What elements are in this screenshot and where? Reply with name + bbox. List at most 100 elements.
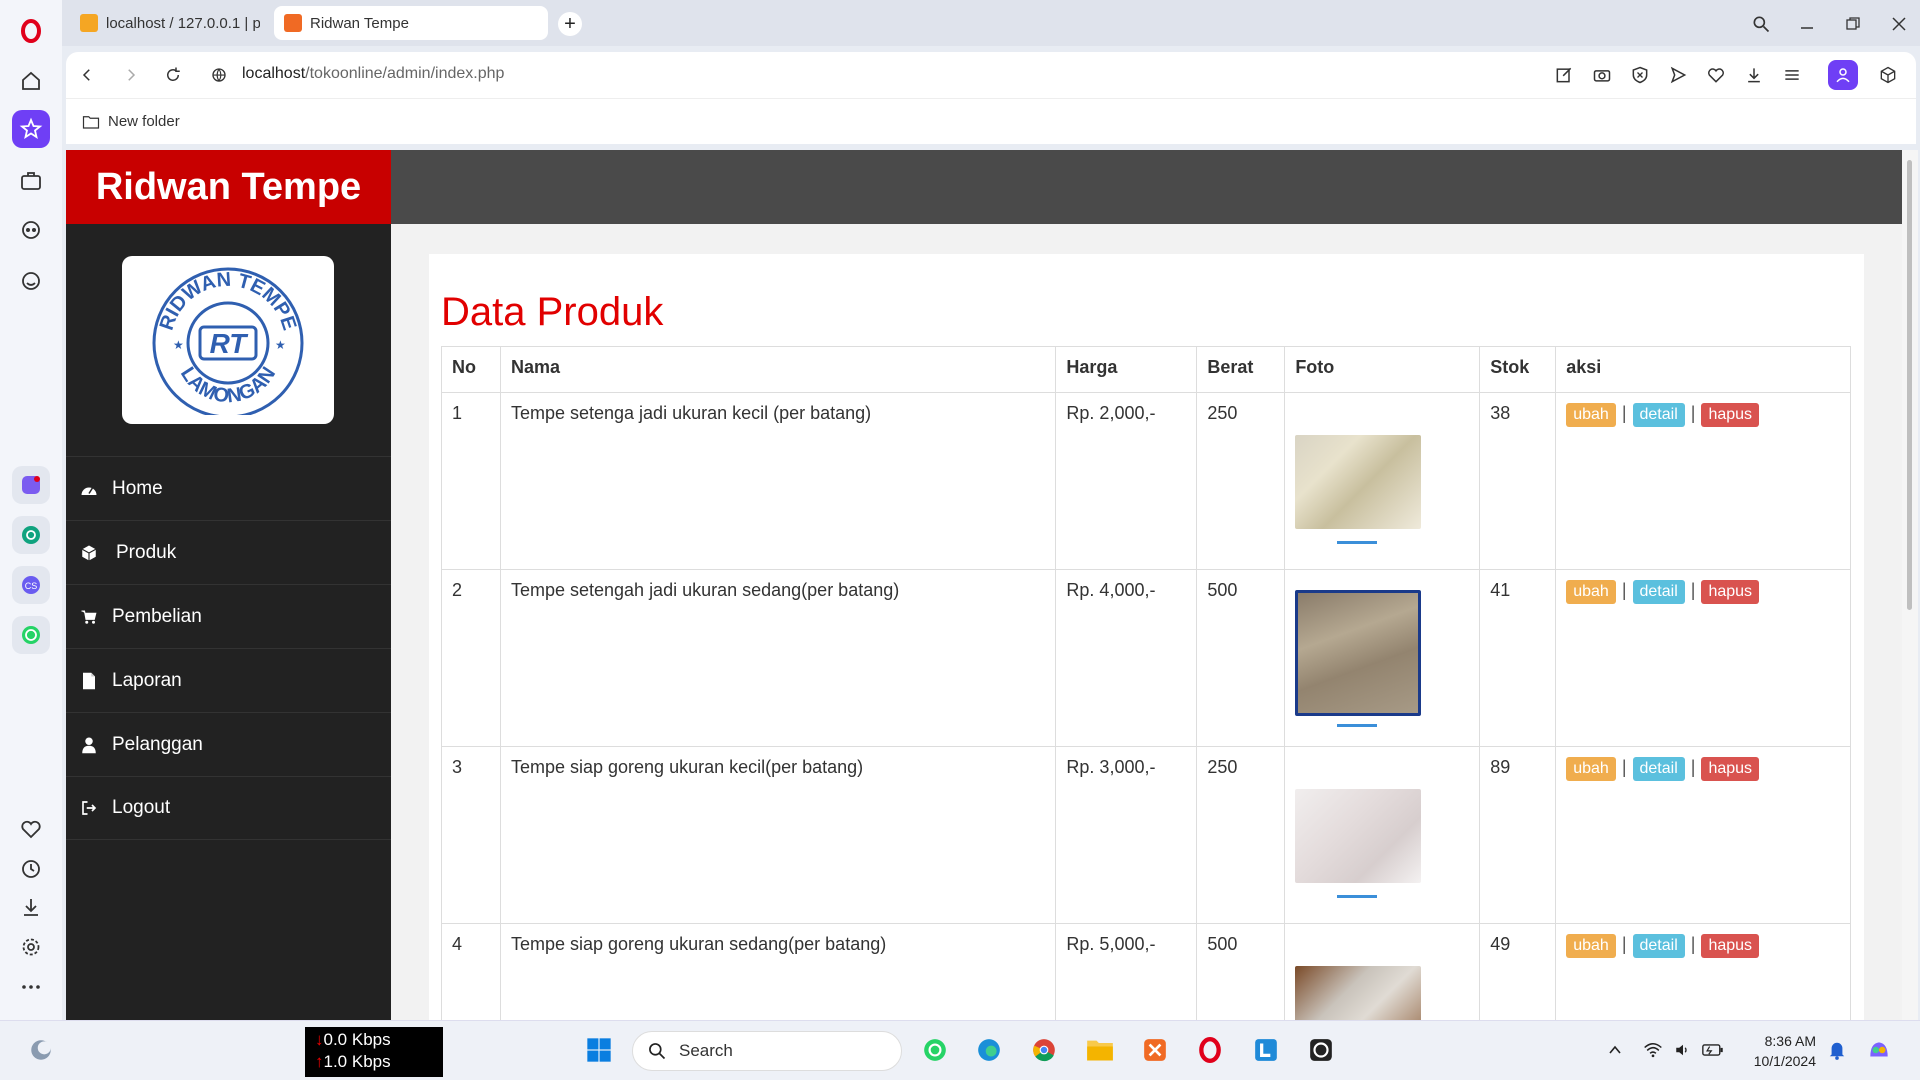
taskbar-search[interactable]: Search — [632, 1031, 902, 1071]
scrollbar-thumb[interactable] — [1907, 160, 1912, 610]
edit-button[interactable]: ubah — [1566, 580, 1616, 604]
sidebar-item-produk[interactable]: Produk — [66, 520, 391, 584]
forward-icon[interactable] — [118, 62, 144, 88]
new-tab-plus-icon[interactable]: + — [558, 12, 582, 36]
github-icon[interactable] — [1304, 1033, 1338, 1067]
svg-text:★: ★ — [275, 338, 286, 352]
smiley-icon[interactable] — [12, 262, 50, 300]
opera-taskbar-icon[interactable] — [1193, 1033, 1227, 1067]
delete-button[interactable]: hapus — [1701, 580, 1760, 604]
copilot-icon[interactable] — [1862, 1033, 1896, 1067]
delete-button[interactable]: hapus — [1701, 757, 1760, 781]
favorite-heart-icon[interactable] — [1704, 63, 1728, 87]
chevron-up-icon[interactable] — [1598, 1033, 1632, 1067]
net-down-value: 0.0 Kbps — [323, 1030, 391, 1049]
cell-stok: 38 — [1479, 392, 1557, 570]
tab-phpmyadmin[interactable]: localhost / 127.0.0.1 | phpM — [70, 6, 270, 40]
system-clock[interactable]: 8:36 AM 10/1/2024 — [1740, 1031, 1816, 1071]
history-icon[interactable] — [12, 850, 50, 888]
site-info-globe-icon[interactable] — [206, 62, 232, 88]
back-icon[interactable] — [74, 62, 100, 88]
file-explorer-icon[interactable] — [1083, 1033, 1117, 1067]
cell-harga: Rp. 4,000,- — [1055, 569, 1198, 747]
easy-setup-icon[interactable] — [1780, 63, 1804, 87]
cell-berat: 500 — [1196, 923, 1286, 1020]
more-icon[interactable] — [12, 968, 50, 1006]
sidebar-item-pembelian[interactable]: Pembelian — [66, 584, 391, 648]
cart-icon — [80, 608, 98, 626]
cell-no: 3 — [441, 746, 501, 924]
xampp-icon[interactable] — [1138, 1033, 1172, 1067]
table-row: 1 Tempe setenga jadi ukuran kecil (per b… — [441, 392, 1851, 570]
heart-icon[interactable] — [12, 810, 50, 848]
send-icon[interactable] — [1666, 63, 1690, 87]
minimize-icon[interactable] — [1792, 10, 1822, 38]
edit-button[interactable]: ubah — [1566, 757, 1616, 781]
briefcase-icon[interactable] — [12, 162, 50, 200]
chrome-icon[interactable] — [1027, 1033, 1061, 1067]
camera-icon[interactable] — [1590, 63, 1614, 87]
battery-icon[interactable] — [1696, 1033, 1730, 1067]
wifi-icon[interactable] — [1636, 1033, 1670, 1067]
close-icon[interactable] — [1884, 10, 1914, 38]
cell-berat: 250 — [1196, 392, 1286, 570]
sidebar-item-laporan[interactable]: Laporan — [66, 648, 391, 712]
whatsapp-taskbar-icon[interactable] — [918, 1033, 952, 1067]
bookmark-folder[interactable]: New folder — [82, 113, 180, 130]
notification-bell-icon[interactable] — [1820, 1033, 1854, 1067]
edge-icon[interactable] — [972, 1033, 1006, 1067]
cell-aksi: ubah | detail | hapus — [1555, 746, 1851, 924]
cell-nama: Tempe siap goreng ukuran sedang(per bata… — [499, 923, 1057, 1020]
search-tabs-icon[interactable] — [1746, 10, 1776, 38]
settings-icon[interactable] — [12, 928, 50, 966]
detail-button[interactable]: detail — [1632, 580, 1685, 604]
l-app-icon[interactable] — [1249, 1033, 1283, 1067]
delete-button[interactable]: hapus — [1701, 403, 1760, 427]
page-scrollbar[interactable] — [1902, 150, 1918, 1020]
detail-button[interactable]: detail — [1632, 403, 1685, 427]
opera-logo-icon[interactable] — [12, 12, 50, 50]
ad-block-shield-icon[interactable] — [1628, 63, 1652, 87]
opera-sidebar: CS — [0, 0, 62, 1020]
delete-button[interactable]: hapus — [1701, 934, 1760, 958]
whatsapp-icon[interactable] — [12, 616, 50, 654]
action-separator: | — [1690, 934, 1696, 954]
skull-icon[interactable] — [12, 212, 50, 250]
widgets-icon[interactable] — [24, 1033, 58, 1067]
edit-page-icon[interactable] — [1552, 63, 1576, 87]
profile-avatar-icon[interactable] — [1828, 60, 1858, 90]
table-row: 2 Tempe setengah jadi ukuran sedang(per … — [441, 569, 1851, 747]
edit-button[interactable]: ubah — [1566, 403, 1616, 427]
photo-caption-mark — [1337, 895, 1378, 898]
downloads-icon[interactable] — [1742, 63, 1766, 87]
sidebar-item-logout[interactable]: Logout — [66, 776, 391, 840]
url-field[interactable]: localhost/tokoonline/admin/index.php — [242, 65, 504, 83]
tab-ridwan-tempe[interactable]: Ridwan Tempe — [274, 6, 548, 40]
extensions-cube-icon[interactable] — [1876, 63, 1900, 87]
home-icon[interactable] — [12, 62, 50, 100]
chatgpt-icon[interactable] — [12, 516, 50, 554]
restore-icon[interactable] — [1838, 10, 1868, 38]
tab-title: Ridwan Tempe — [310, 14, 409, 32]
download-icon[interactable] — [12, 888, 50, 926]
reload-icon[interactable] — [160, 62, 186, 88]
column-header: Berat — [1196, 346, 1286, 393]
aria-star-icon[interactable] — [12, 110, 50, 148]
column-header: No — [441, 346, 501, 393]
sidebar-item-label: Home — [112, 477, 163, 499]
cs-app-icon[interactable]: CS — [12, 566, 50, 604]
edit-button[interactable]: ubah — [1566, 934, 1616, 958]
detail-button[interactable]: detail — [1632, 934, 1685, 958]
cell-no: 2 — [441, 569, 501, 747]
detail-button[interactable]: detail — [1632, 757, 1685, 781]
product-photo — [1295, 789, 1422, 883]
column-header: Foto — [1284, 346, 1481, 393]
cell-aksi: ubah | detail | hapus — [1555, 392, 1851, 570]
sidebar-item-pelanggan[interactable]: Pelanggan — [66, 712, 391, 776]
brand-title[interactable]: Ridwan Tempe — [66, 150, 391, 224]
cell-foto — [1284, 392, 1481, 570]
volume-icon[interactable] — [1666, 1033, 1700, 1067]
app-shortcut-icon[interactable] — [12, 466, 50, 504]
windows-start-icon[interactable] — [582, 1033, 616, 1067]
sidebar-item-home[interactable]: Home — [66, 456, 391, 520]
